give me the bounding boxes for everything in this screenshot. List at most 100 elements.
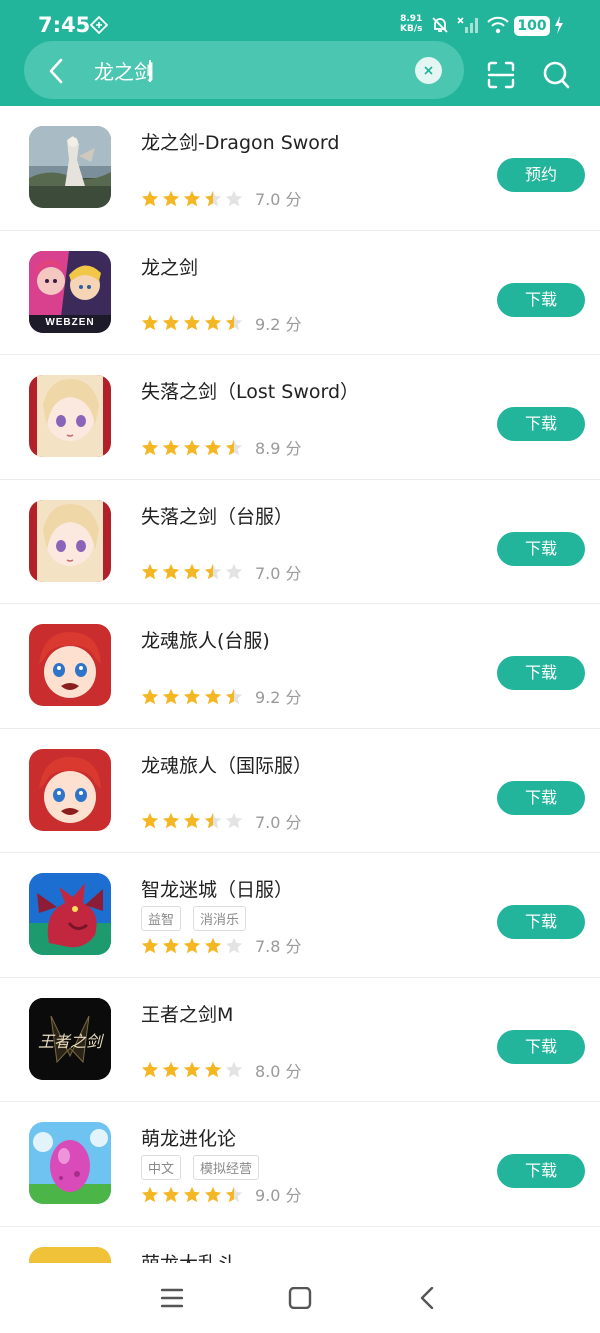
download-button[interactable]: 下载 (497, 656, 585, 690)
app-name[interactable]: 失落之剑（Lost Sword） (141, 377, 359, 404)
app-name[interactable]: 萌龙大乱斗 (141, 1249, 236, 1264)
result-item[interactable]: 失落之剑（Lost Sword） 8.9 分 下载 (0, 355, 600, 480)
app-name[interactable]: 龙魂旅人（国际服） (141, 751, 312, 778)
star-rating (141, 812, 243, 829)
app-name[interactable]: 王者之剑M (141, 1000, 233, 1027)
reserve-button[interactable]: 预约 (497, 158, 585, 192)
app-name[interactable]: 龙之剑 (141, 253, 198, 280)
download-button[interactable]: 下载 (497, 407, 585, 441)
battery-indicator: 100 (514, 16, 550, 36)
app-rating: 7.0 分 (141, 809, 302, 833)
star-empty-icon (225, 812, 243, 829)
star-icon (183, 812, 201, 829)
download-button[interactable]: 下载 (497, 282, 585, 317)
star-rating (141, 688, 243, 705)
app-tag: 中文 (141, 1155, 182, 1180)
app-score: 9.2 分 (255, 688, 302, 707)
result-item[interactable]: 萌龙大乱斗 (0, 1227, 600, 1264)
app-name[interactable]: 智龙迷城（日服） (141, 875, 293, 902)
star-icon (141, 812, 159, 829)
star-icon (183, 439, 201, 455)
app-score: 7.0 分 (255, 563, 302, 583)
app-name[interactable]: 萌龙进化论 (141, 1124, 236, 1151)
dragon-sword-app-icon[interactable] (29, 126, 111, 208)
star-rating (141, 190, 243, 207)
king-sword-app-icon[interactable]: 王者之剑 (29, 997, 111, 1080)
app-tag: 消消乐 (193, 906, 247, 931)
app-name[interactable]: 龙之剑-Dragon Sword (141, 128, 339, 155)
download-button[interactable]: 下载 (497, 531, 585, 566)
download-button[interactable]: 下载 (497, 1029, 585, 1064)
dragon-soul-intl-app-icon[interactable] (29, 748, 111, 831)
back-nav-icon[interactable] (418, 1286, 438, 1313)
result-item[interactable]: 龙魂旅人(台服) 9.2 分 下载 (0, 604, 600, 729)
star-icon (204, 688, 222, 704)
star-icon (183, 1186, 201, 1202)
search-bar[interactable] (24, 41, 464, 99)
app-score: 7.0 分 (255, 190, 302, 209)
app-rating: 7.8 分 (141, 933, 302, 957)
back-icon[interactable] (46, 58, 68, 88)
star-icon (162, 1061, 180, 1078)
star-icon (141, 937, 159, 953)
close-icon (424, 66, 433, 75)
search-results-list[interactable]: 龙之剑-Dragon Sword 7.0 分 预约 WEBZEN 龙之剑 9.2… (0, 106, 600, 1263)
dragon-soul-tw-app-icon[interactable] (29, 624, 111, 706)
star-icon (204, 314, 222, 331)
result-item[interactable]: 王者之剑 王者之剑M 8.0 分 下载 (0, 978, 600, 1102)
result-item[interactable]: WEBZEN 龙之剑 9.2 分 下载 (0, 231, 600, 355)
star-icon (183, 314, 201, 331)
menu-icon[interactable] (160, 1287, 184, 1313)
app-name[interactable]: 龙魂旅人(台服) (141, 626, 270, 653)
icon-brand-text: 王者之剑 (37, 1031, 102, 1051)
star-icon (183, 563, 201, 580)
result-item[interactable]: 龙魂旅人（国际服） 7.0 分 下载 (0, 729, 600, 853)
star-icon (162, 314, 180, 331)
network-speed: 8.91 KB/s (400, 14, 423, 34)
clear-button[interactable] (415, 57, 442, 84)
star-icon (204, 1061, 222, 1078)
app-rating: 9.0 分 (141, 1182, 302, 1206)
star-icon (141, 688, 159, 704)
app-score: 7.0 分 (255, 812, 302, 832)
app-tag: 益智 (141, 906, 182, 931)
home-icon[interactable] (288, 1286, 312, 1313)
location-icon (89, 15, 109, 38)
lost-sword-app-icon[interactable] (29, 375, 111, 457)
app-tags: 中文 模拟经营 (141, 1155, 260, 1180)
dragon-sword-webzen-app-icon[interactable]: WEBZEN (29, 250, 111, 333)
download-button[interactable]: 下载 (497, 1154, 585, 1188)
search-input[interactable]: 龙之剑 (94, 56, 154, 85)
app-tags: 益智 消消乐 (141, 906, 247, 931)
star-icon (183, 688, 201, 704)
download-button[interactable]: 下载 (497, 780, 585, 815)
star-empty-icon (225, 937, 243, 953)
app-score: 8.0 分 (255, 1061, 302, 1081)
wifi-icon (486, 15, 510, 39)
cute-dragon-app-icon[interactable] (29, 1246, 111, 1263)
dragon-egg-app-icon[interactable] (29, 1122, 111, 1204)
status-time: 7:45 (38, 13, 91, 37)
star-icon (141, 1186, 159, 1202)
signal-icon (456, 15, 480, 39)
download-button[interactable]: 下载 (497, 905, 585, 939)
puzzle-dragons-app-icon[interactable] (29, 873, 111, 955)
result-item[interactable]: 龙之剑-Dragon Sword 7.0 分 预约 (0, 106, 600, 231)
result-item[interactable]: 智龙迷城（日服） 益智 消消乐 7.8 分 下载 (0, 853, 600, 978)
scan-icon[interactable] (486, 60, 516, 94)
search-icon[interactable] (543, 60, 571, 94)
app-rating: 7.0 分 (141, 560, 302, 584)
star-icon (162, 190, 180, 206)
result-item[interactable]: 失落之剑（台服） 7.0 分 下载 (0, 480, 600, 604)
star-icon (183, 1061, 201, 1078)
app-score: 9.0 分 (255, 1186, 302, 1205)
star-rating (141, 439, 243, 456)
lost-sword-tw-app-icon[interactable] (29, 499, 111, 582)
app-name[interactable]: 失落之剑（台服） (141, 502, 293, 529)
app-score: 9.2 分 (255, 314, 302, 334)
star-icon (183, 190, 201, 206)
star-rating (141, 937, 243, 954)
app-rating: 9.2 分 (141, 311, 302, 335)
result-item[interactable]: 萌龙进化论 中文 模拟经营 9.0 分 下载 (0, 1102, 600, 1227)
star-rating (141, 314, 243, 331)
